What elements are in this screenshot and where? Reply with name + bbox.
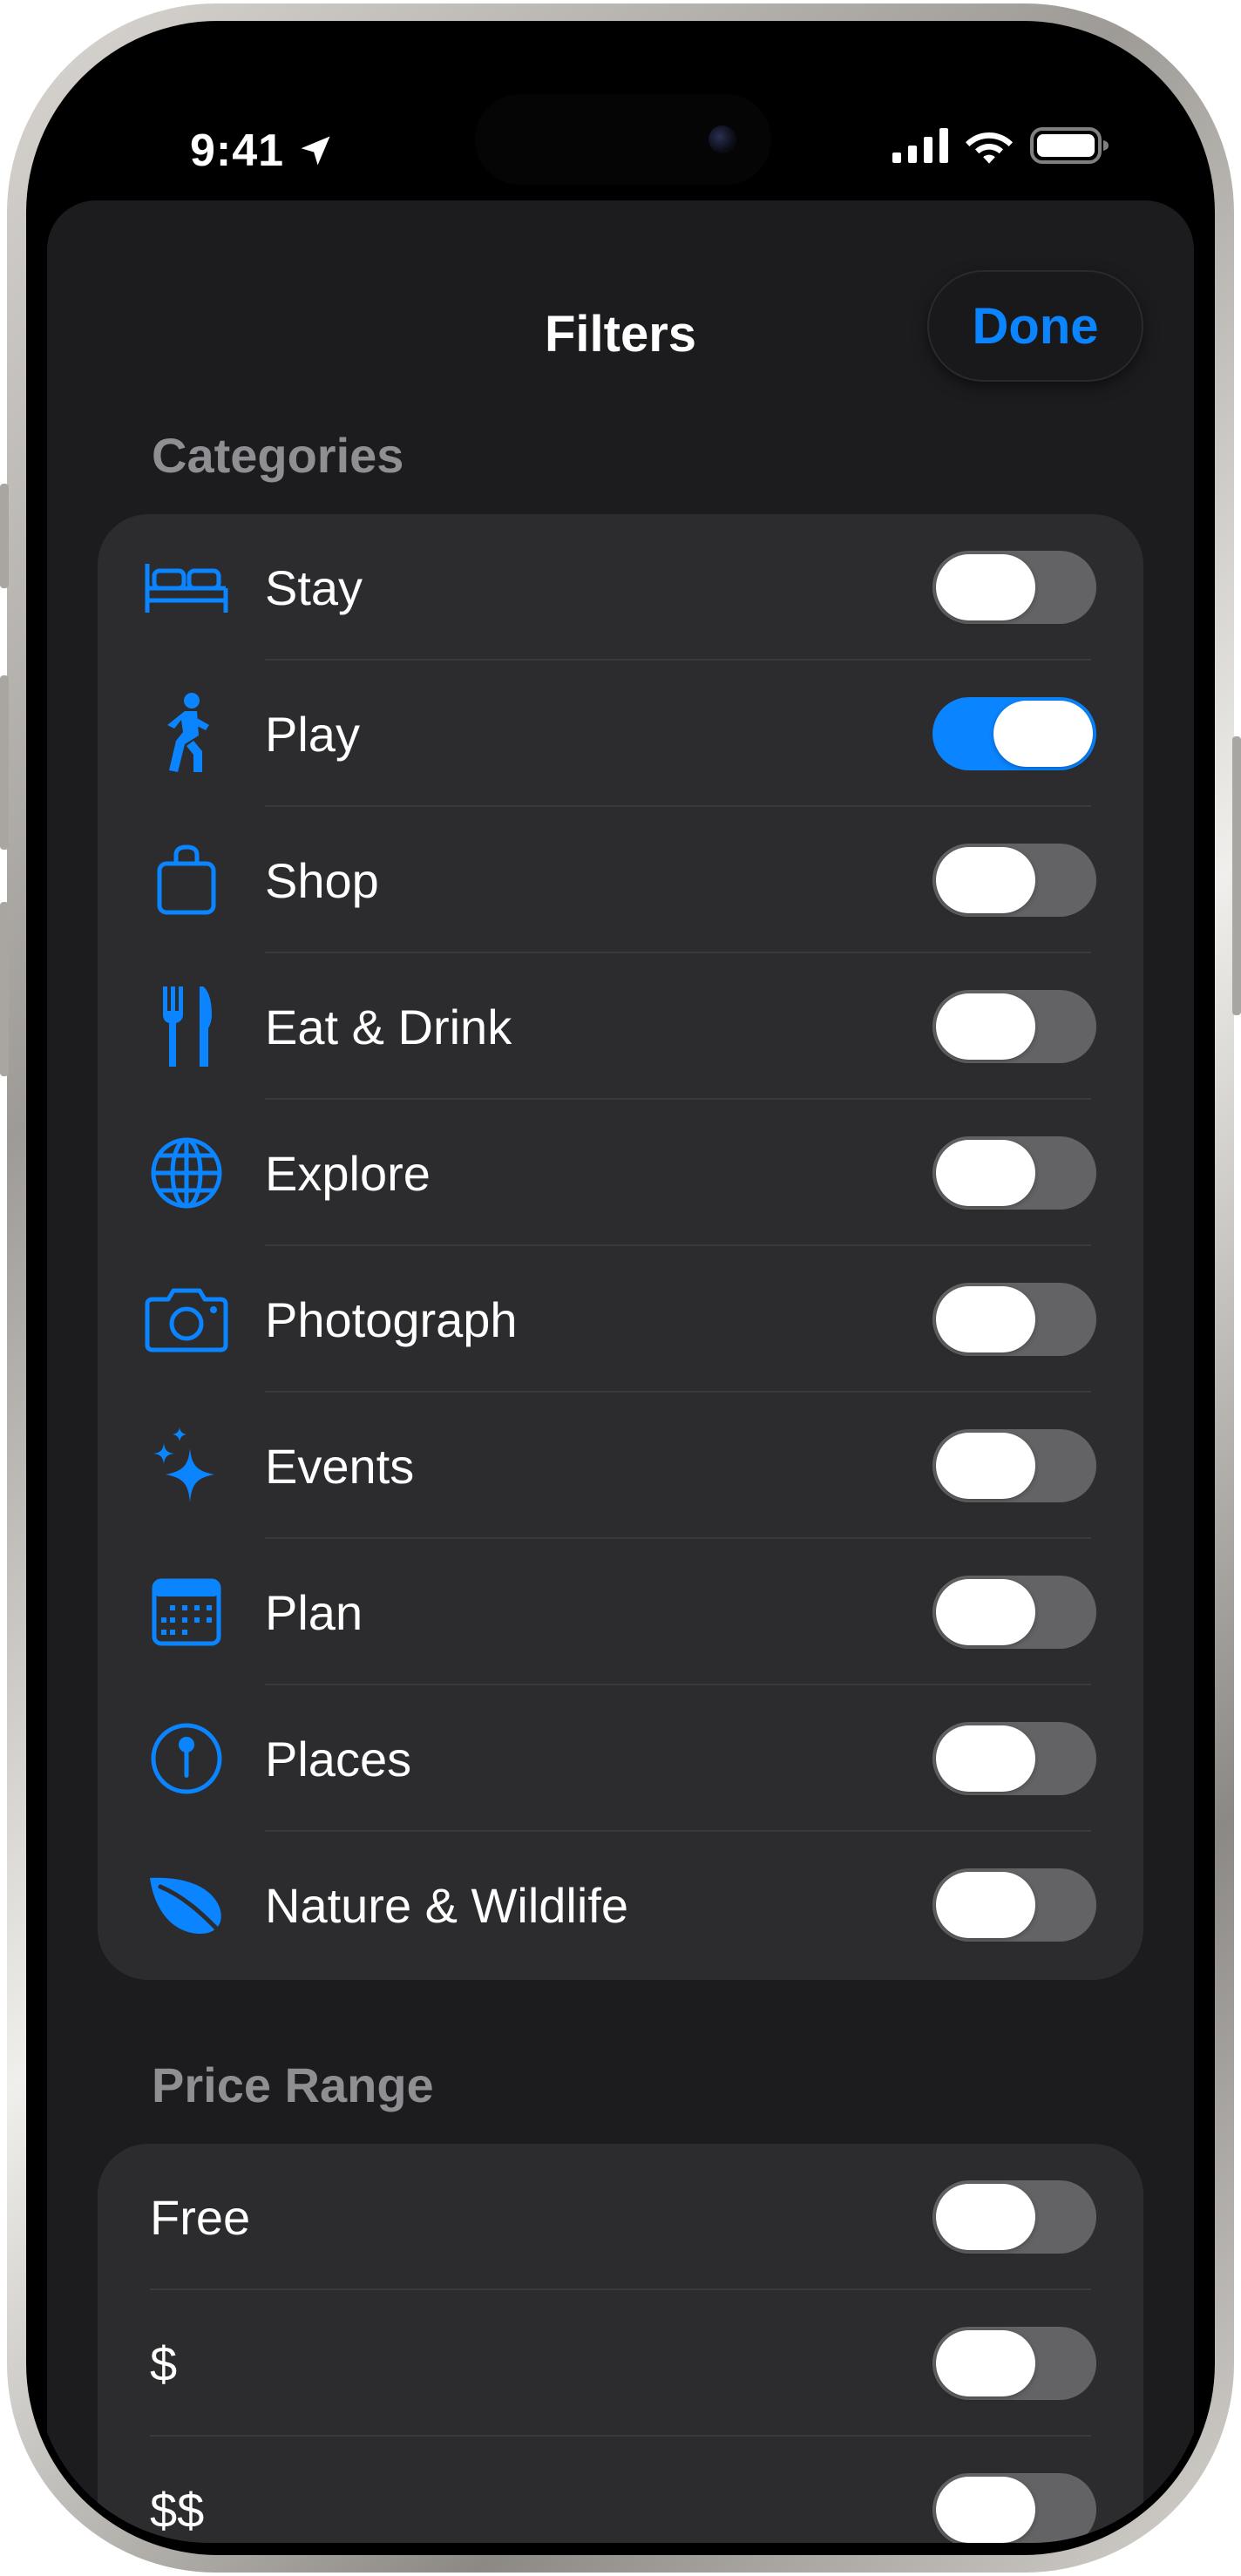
category-row-play[interactable]: Play — [98, 661, 1143, 807]
toggle-stay[interactable] — [932, 551, 1096, 624]
category-row-events[interactable]: Events — [98, 1393, 1143, 1539]
toggle-price-1[interactable] — [932, 2327, 1096, 2400]
toggle-places[interactable] — [932, 1722, 1096, 1795]
category-row-explore[interactable]: Explore — [98, 1100, 1143, 1246]
done-button[interactable]: Done — [929, 272, 1142, 380]
toggle-photograph[interactable] — [932, 1283, 1096, 1356]
category-row-stay[interactable]: Stay — [98, 514, 1143, 661]
camera-icon — [141, 1281, 232, 1358]
category-label-shop: Shop — [265, 852, 379, 908]
map-pin-icon — [141, 1720, 232, 1797]
category-label-eat-drink: Eat & Drink — [265, 999, 512, 1054]
price-label-2: $$ — [150, 2482, 205, 2538]
toggle-explore[interactable] — [932, 1136, 1096, 1210]
category-label-nature-wildlife: Nature & Wildlife — [265, 1877, 629, 1933]
calendar-icon — [141, 1574, 232, 1651]
price-range-list: Free $ $$ — [98, 2144, 1143, 2543]
volume-down-button — [0, 902, 9, 1076]
leaf-icon — [141, 1867, 232, 1943]
dynamic-island — [475, 94, 771, 185]
action-button — [0, 484, 9, 588]
category-row-nature-wildlife[interactable]: Nature & Wildlife — [98, 1832, 1143, 1978]
price-range-section-title: Price Range — [152, 2057, 434, 2112]
categories-section-title: Categories — [152, 428, 404, 483]
category-label-explore: Explore — [265, 1145, 431, 1201]
toggle-play[interactable] — [932, 697, 1096, 770]
price-row-1[interactable]: $ — [98, 2290, 1143, 2437]
price-row-2[interactable]: $$ — [98, 2437, 1143, 2543]
price-label-1: $ — [150, 2335, 178, 2391]
category-row-shop[interactable]: Shop — [98, 807, 1143, 953]
power-button — [1232, 736, 1241, 1015]
status-bar: 9:41 — [35, 33, 1206, 207]
category-label-photograph: Photograph — [265, 1291, 518, 1347]
toggle-price-free[interactable] — [932, 2180, 1096, 2254]
volume-up-button — [0, 675, 9, 850]
camera-icon-lens — [709, 125, 736, 153]
category-label-plan: Plan — [265, 1584, 363, 1640]
globe-icon — [141, 1135, 232, 1211]
category-row-photograph[interactable]: Photograph — [98, 1246, 1143, 1393]
category-label-places: Places — [265, 1731, 412, 1786]
price-label-free: Free — [150, 2189, 251, 2245]
shopping-bag-icon — [141, 842, 232, 919]
figure-walk-icon — [141, 693, 232, 772]
location-arrow-icon — [296, 132, 335, 174]
toggle-price-2[interactable] — [932, 2473, 1096, 2543]
price-row-free[interactable]: Free — [98, 2144, 1143, 2290]
category-label-stay: Stay — [265, 559, 363, 615]
bed-icon — [141, 549, 232, 626]
toggle-shop[interactable] — [932, 844, 1096, 917]
battery-icon — [1030, 127, 1110, 168]
category-row-eat-drink[interactable]: Eat & Drink — [98, 953, 1143, 1100]
toggle-events[interactable] — [932, 1429, 1096, 1502]
cellular-signal-icon — [892, 128, 948, 167]
toggle-nature-wildlife[interactable] — [932, 1868, 1096, 1942]
category-label-events: Events — [265, 1438, 415, 1494]
status-icons — [892, 127, 1110, 168]
categories-list: Stay Play Shop Eat & Drink Explore Photo… — [98, 514, 1143, 1980]
status-time: 9:41 — [190, 125, 285, 176]
fork-knife-icon — [141, 986, 232, 1067]
category-label-play: Play — [265, 706, 360, 762]
category-row-plan[interactable]: Plan — [98, 1539, 1143, 1685]
screen: 9:41 Filters Done Categories Stay Play S… — [35, 33, 1206, 2543]
toggle-eat-drink[interactable] — [932, 990, 1096, 1063]
wifi-icon — [964, 127, 1014, 168]
sparkles-icon — [141, 1427, 232, 1504]
category-row-places[interactable]: Places — [98, 1685, 1143, 1832]
filters-sheet: Filters Done Categories Stay Play Shop E… — [47, 200, 1194, 2543]
toggle-plan[interactable] — [932, 1576, 1096, 1649]
